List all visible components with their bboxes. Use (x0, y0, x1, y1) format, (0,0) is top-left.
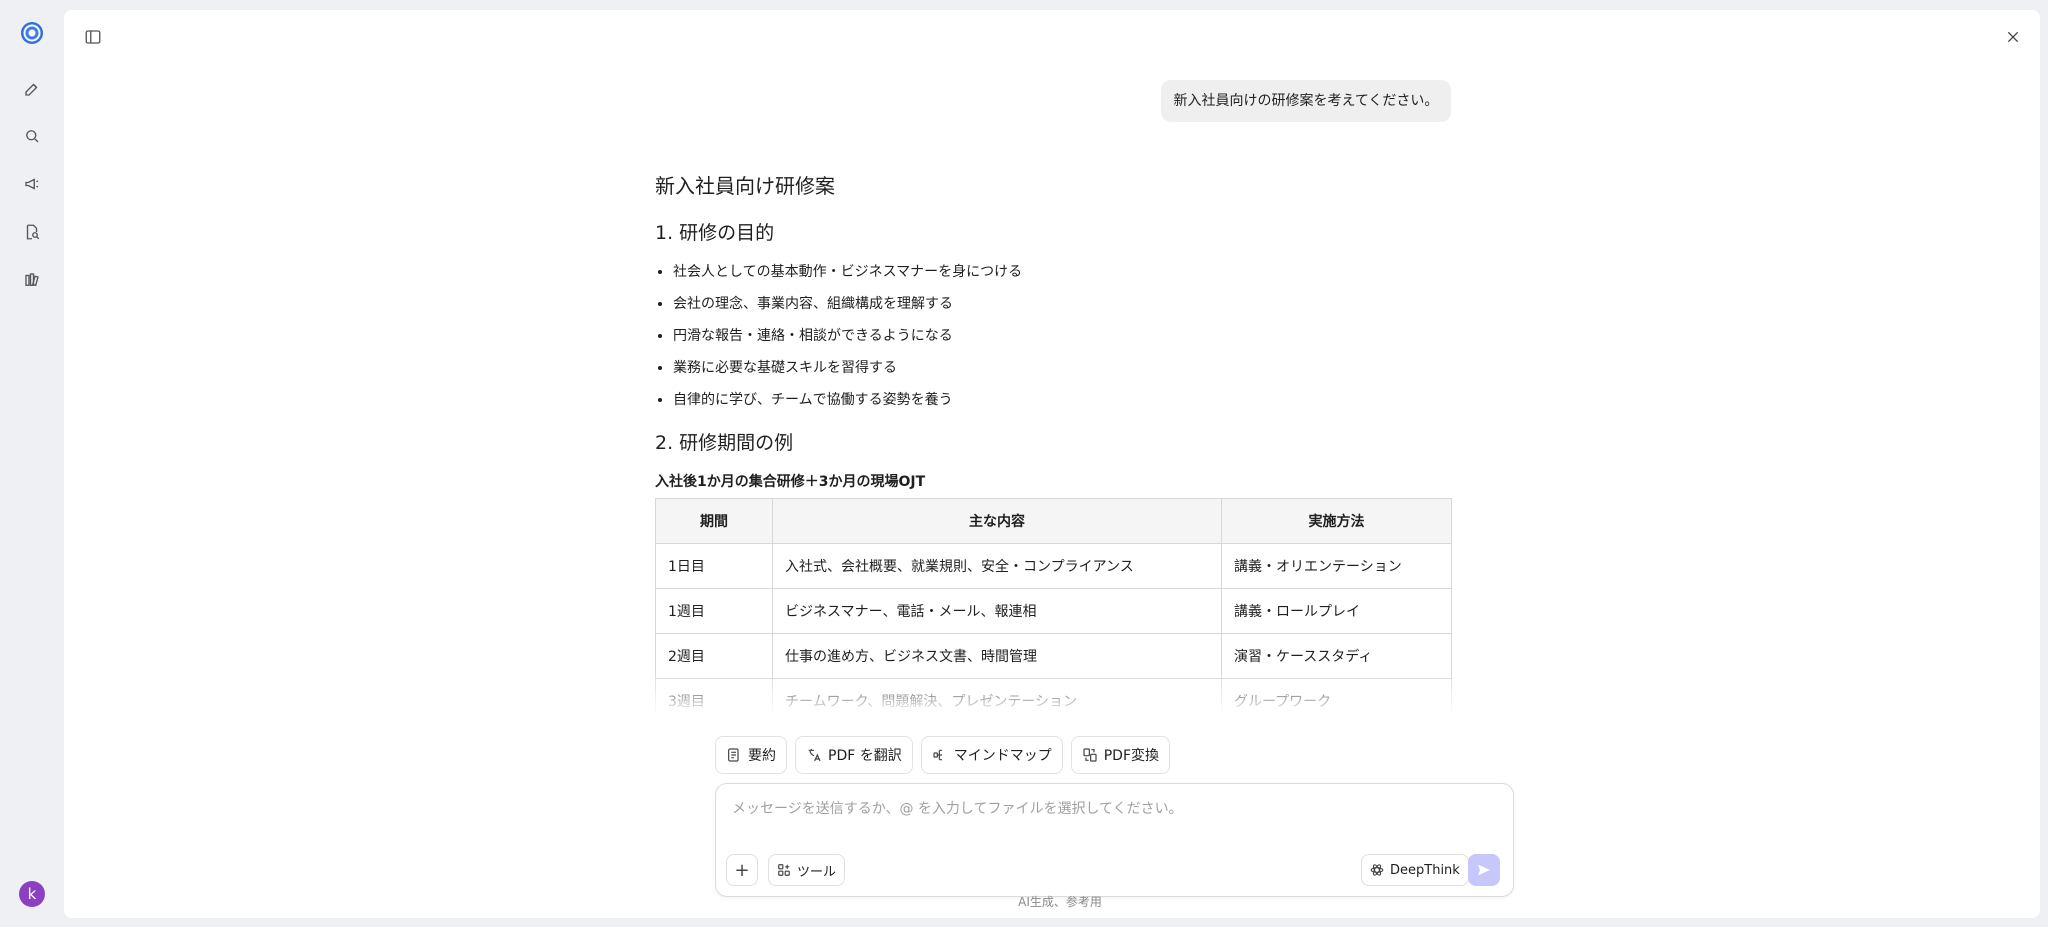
table-header-row: 期間 主な内容 実施方法 (655, 498, 1452, 544)
mindmap-icon (933, 749, 942, 761)
document-search-icon[interactable] (17, 217, 47, 247)
sidebar-toggle-icon[interactable] (80, 24, 106, 50)
tools-label: ツール (797, 864, 837, 880)
table-header: 期間 (655, 498, 773, 544)
message-composer: + ツール DeepThink (715, 783, 1514, 897)
table-cell: 1日目 (655, 543, 773, 589)
table-cell: チームワーク、問題解決、プレゼンテーション (772, 678, 1222, 712)
table-row: 1日目 入社式、会社概要、就業規則、安全・コンプライアンス 講義・オリエンテーシ… (655, 543, 1452, 589)
table-row: 3週目 チームワーク、問題解決、プレゼンテーション グループワーク (655, 678, 1452, 712)
table-cell: 2週目 (655, 633, 773, 679)
table-cell: 入社式、会社概要、就業規則、安全・コンプライアンス (772, 543, 1222, 589)
table-cell: 演習・ケーススタディ (1221, 633, 1452, 679)
section-title-purpose: 1. 研修の目的 (655, 222, 775, 244)
tools-button[interactable]: ツール (768, 854, 846, 886)
schedule-table: 期間 主な内容 実施方法 1日目 入社式、会社概要、就業規則、安全・コンプライア… (655, 498, 1452, 712)
table-row: 2週目 仕事の進め方、ビジネス文書、時間管理 演習・ケーススタディ (655, 633, 1452, 679)
list-item: 円滑な報告・連絡・相談ができるようになる (673, 320, 1022, 352)
ai-disclaimer: AI生成、参考用 (1018, 895, 1102, 909)
table-cell: ビジネスマナー、電話・メール、報連相 (772, 588, 1222, 634)
table-row: 1週目 ビジネスマナー、電話・メール、報連相 講義・ロールプレイ (655, 588, 1452, 634)
table-cell: 3週目 (655, 678, 773, 712)
user-message: 新入社員向けの研修案を考えてください。 (1161, 80, 1451, 122)
mindmap-label: マインドマップ (953, 748, 1052, 764)
translate-pdf-button[interactable]: PDF を翻訳 (795, 736, 913, 774)
sidebar: k (0, 0, 64, 927)
answer-title: 新入社員向け研修案 (655, 174, 835, 198)
purpose-list: 社会人としての基本動作・ビジネスマナーを身につける 会社の理念、事業内容、組織構… (655, 256, 1022, 416)
main-panel: 新入社員向けの研修案を考えてください。 新入社員向け研修案 1. 研修の目的 社… (64, 10, 2040, 918)
pdf-convert-button[interactable]: PDF変換 (1070, 736, 1171, 774)
search-icon[interactable] (17, 121, 47, 151)
summary-icon (728, 748, 739, 762)
list-item: 自律的に学び、チームで協働する姿勢を養う (673, 384, 1022, 416)
translate-icon (808, 749, 821, 762)
tools-icon (778, 864, 790, 876)
table-cell: グループワーク (1221, 678, 1452, 712)
add-attachment-button[interactable]: + (726, 854, 758, 886)
table-header: 主な内容 (772, 498, 1222, 544)
list-item: 会社の理念、事業内容、組織構成を理解する (673, 288, 1022, 320)
assistant-answer: 新入社員向け研修案 1. 研修の目的 社会人としての基本動作・ビジネスマナーを身… (655, 160, 1452, 712)
announcement-icon[interactable] (17, 169, 47, 199)
translate-pdf-label: PDF を翻訳 (828, 748, 902, 764)
new-chat-icon[interactable] (17, 74, 47, 104)
list-item: 業務に必要な基礎スキルを習得する (673, 352, 1022, 384)
library-icon[interactable] (17, 265, 47, 295)
send-button[interactable] (1468, 854, 1500, 886)
deepthink-label: DeepThink (1390, 862, 1460, 878)
table-cell: 講義・ロールプレイ (1221, 588, 1452, 634)
table-cell: 1週目 (655, 588, 773, 634)
list-item: 社会人としての基本動作・ビジネスマナーを身につける (673, 256, 1022, 288)
table-header: 実施方法 (1221, 498, 1452, 544)
atom-icon (1370, 864, 1384, 876)
section-title-period: 2. 研修期間の例 (655, 432, 794, 454)
send-icon (1478, 864, 1490, 876)
avatar[interactable]: k (19, 881, 45, 907)
whale-logo-icon[interactable] (21, 22, 43, 44)
pdf-convert-label: PDF変換 (1103, 748, 1160, 764)
close-icon[interactable] (2000, 24, 2026, 50)
mindmap-button[interactable]: マインドマップ (920, 736, 1063, 774)
quick-actions: 要約 PDF を翻訳 マインドマップ PDF変換 (715, 736, 1171, 774)
message-input[interactable] (730, 796, 1494, 822)
convert-icon (1083, 748, 1097, 762)
period-note: 入社後1か月の集合研修＋3か月の現場OJT (655, 474, 926, 490)
table-cell: 講義・オリエンテーション (1221, 543, 1452, 589)
summary-button[interactable]: 要約 (715, 736, 787, 774)
table-cell: 仕事の進め方、ビジネス文書、時間管理 (772, 633, 1222, 679)
summary-label: 要約 (748, 748, 776, 764)
deepthink-toggle[interactable]: DeepThink (1361, 854, 1469, 886)
plus-icon: + (734, 859, 750, 881)
